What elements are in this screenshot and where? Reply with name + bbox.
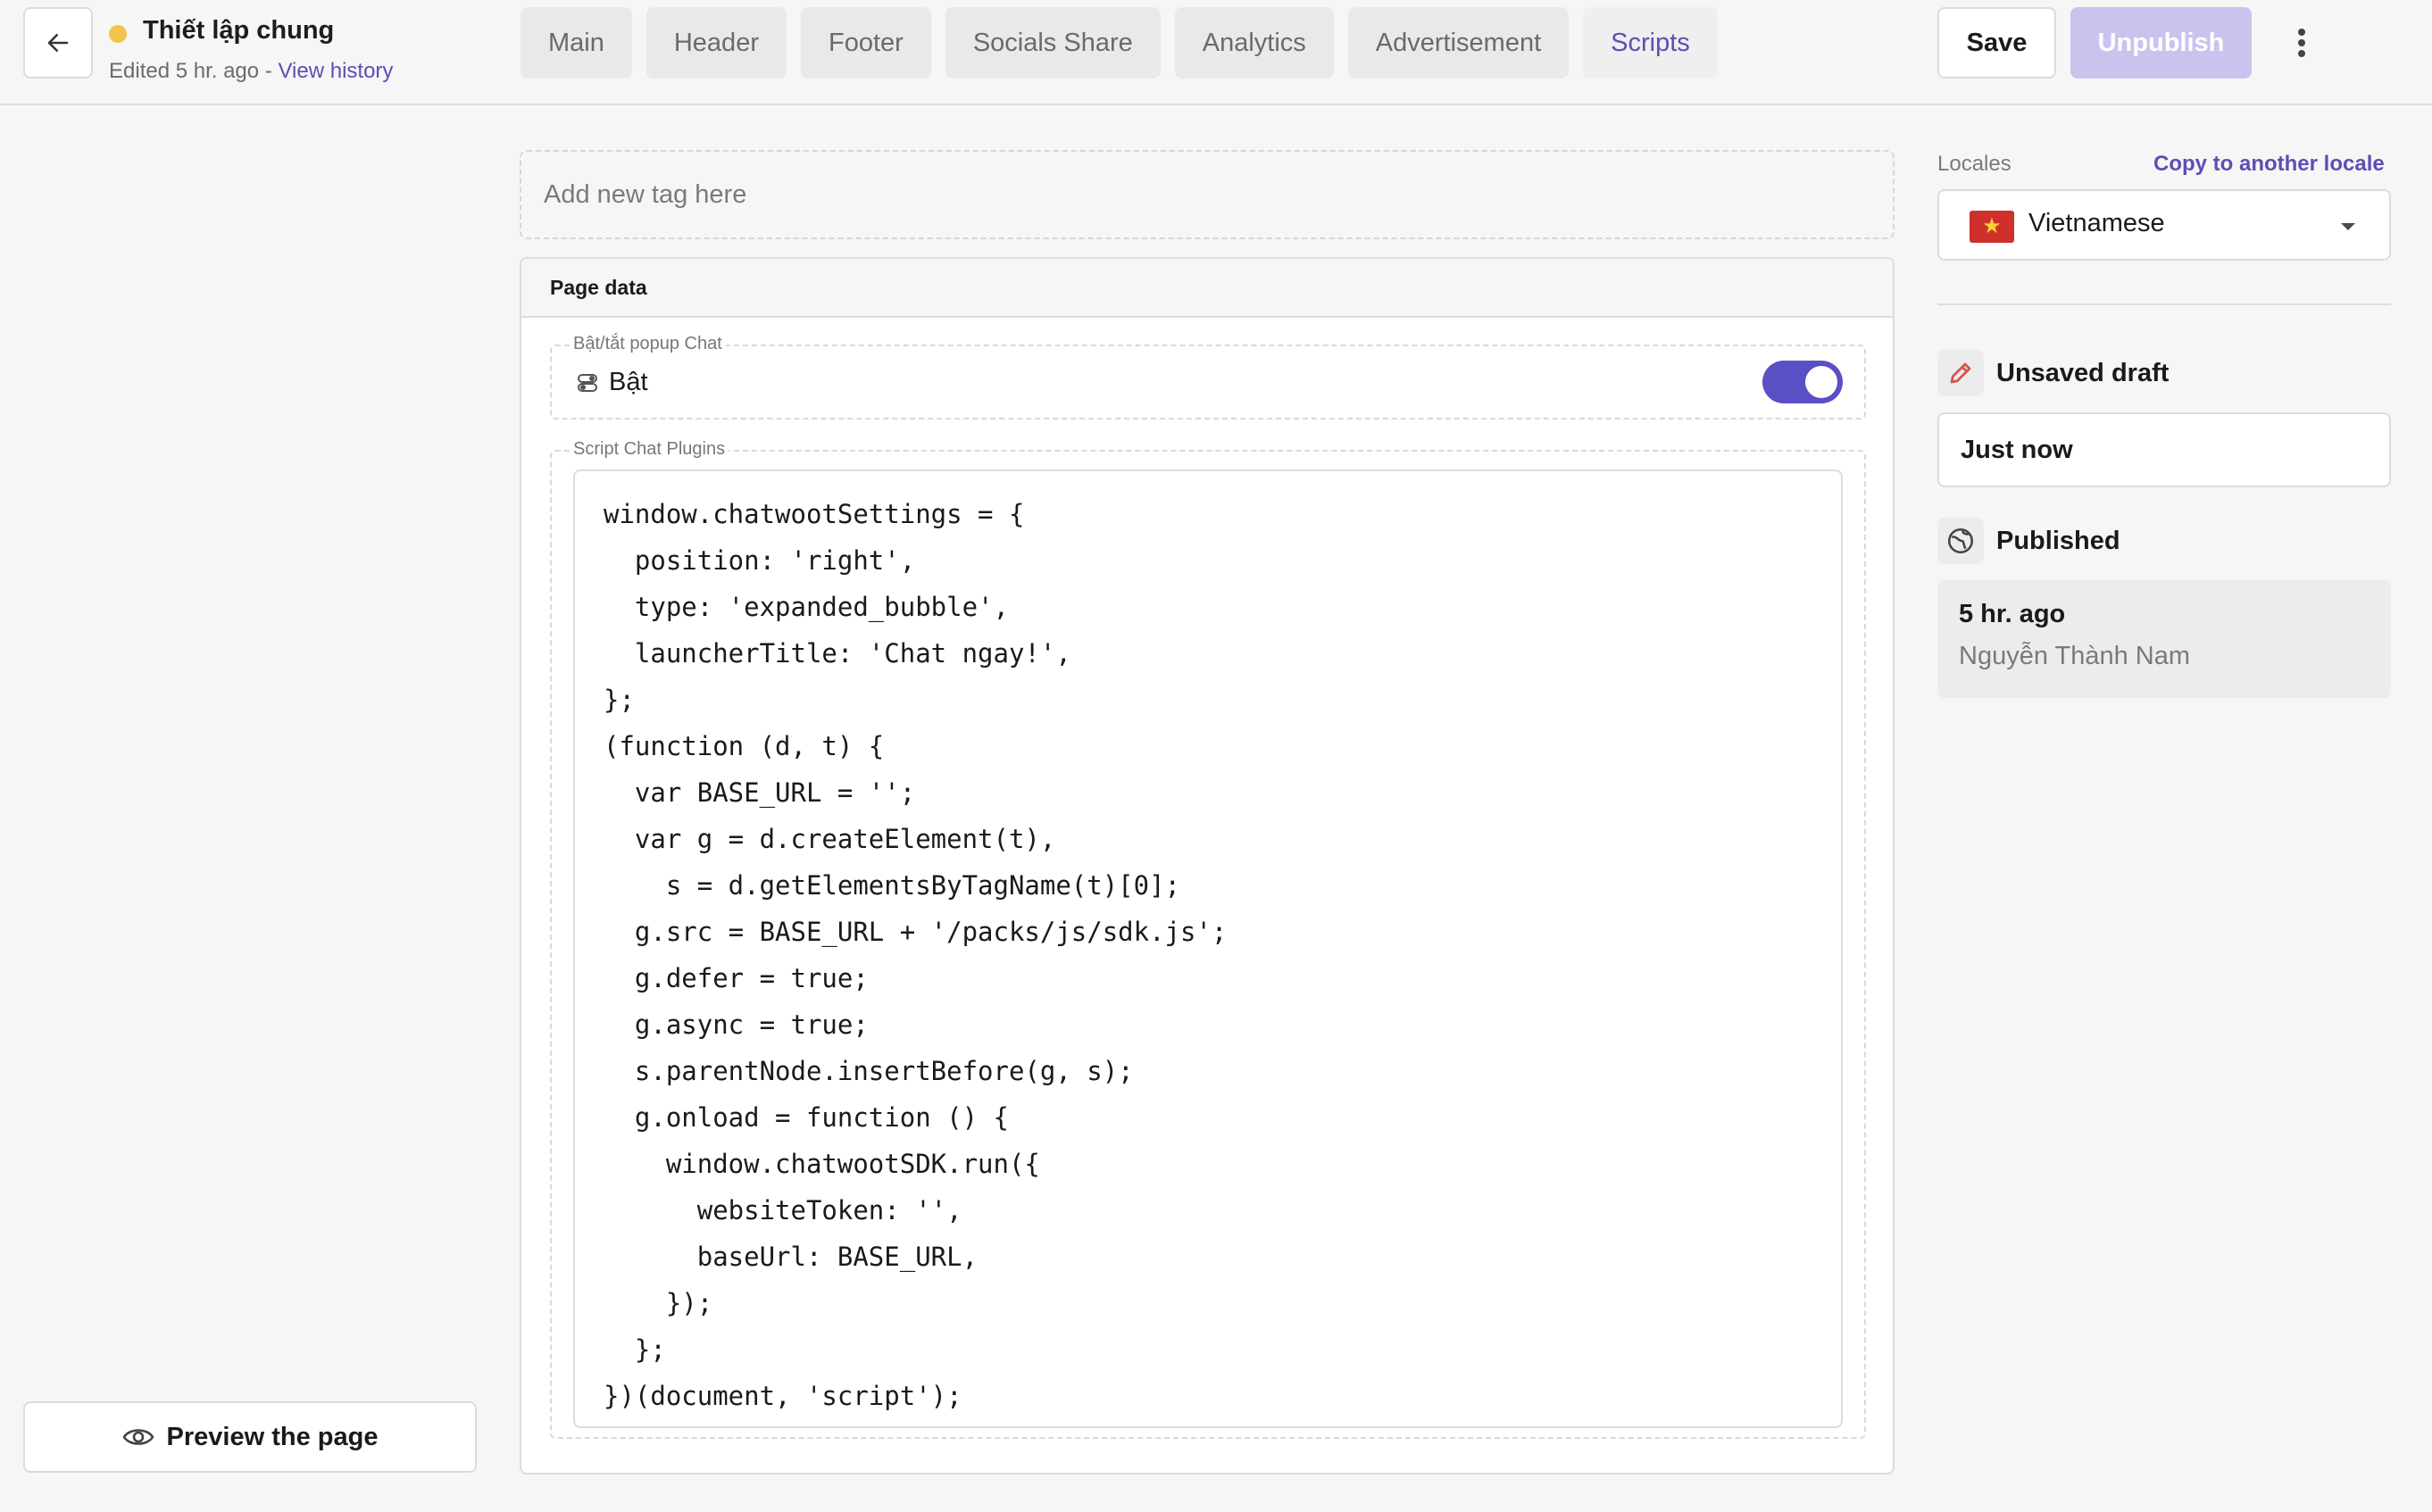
published-heading: Published [1937,518,2120,564]
switch-knob [1805,366,1837,398]
code-line: })(document, 'script'); [604,1381,962,1411]
code-line: g.onload = function () { [604,1102,1009,1133]
arrow-left-icon [47,34,69,52]
tab-scripts[interactable]: Scripts [1583,7,1718,79]
locale-select[interactable]: ★ Vietnamese [1937,189,2391,261]
code-line: position: 'right', [604,545,916,576]
view-history-link[interactable]: View history [278,59,393,83]
tab-main[interactable]: Main [521,7,632,79]
published-title: Published [1996,526,2120,555]
code-line: var g = d.createElement(t), [604,824,1056,854]
add-tag-input[interactable]: Add new tag here [520,150,1895,239]
code-line: }); [604,1288,713,1318]
more-vertical-icon [2298,29,2305,57]
toggle-label: Bật [577,368,648,397]
code-line: g.src = BASE_URL + '/packs/js/sdk.js'; [604,917,1228,947]
unpublish-button[interactable]: Unpublish [2070,7,2252,79]
pencil-icon [1937,350,1984,396]
unsaved-draft-title: Unsaved draft [1996,358,2170,387]
code-line: websiteToken: '', [604,1195,962,1225]
vietnam-flag-icon: ★ [1970,211,2014,243]
code-line: baseUrl: BASE_URL, [604,1242,979,1272]
tab-advertisement[interactable]: Advertisement [1347,7,1570,79]
unsaved-draft-heading: Unsaved draft [1937,350,2169,396]
script-chat-plugins-field: Script Chat Plugins window.chatwootSetti… [550,439,1866,1439]
edited-text: Edited 5 hr. ago - [109,59,279,83]
code-line: type: 'expanded_bubble', [604,592,1009,622]
chevron-down-icon [2341,223,2355,230]
page-title: Thiết lập chung [143,16,335,45]
published-by: Nguyễn Thành Nam [1959,642,2191,670]
chat-popup-toggle-field: Bật/tắt popup Chat Bật [550,334,1866,420]
tab-analytics[interactable]: Analytics [1174,7,1334,79]
chat-popup-switch[interactable] [1762,361,1843,403]
save-button[interactable]: Save [1937,7,2056,79]
more-options-button[interactable] [2282,7,2321,79]
script-field-legend: Script Chat Plugins [570,439,729,460]
code-line: launcherTitle: 'Chat ngay!', [604,638,1071,669]
tab-socials-share[interactable]: Socials Share [945,7,1161,79]
eye-icon [122,1429,154,1445]
copy-to-another-locale-link[interactable]: Copy to another locale [2153,152,2385,177]
published-time: 5 hr. ago [1959,600,2066,628]
tab-footer[interactable]: Footer [800,7,931,79]
locales-label: Locales [1937,152,2011,176]
draft-time: Just now [1961,436,2073,464]
preview-page-button[interactable]: Preview the page [23,1401,477,1473]
toggle-value-label: Bật [609,368,648,396]
selected-locale: Vietnamese [2028,209,2165,237]
draft-time-box: Just now [1937,412,2391,487]
page-data-panel: Page data Bật/tắt popup Chat Bật Script … [520,257,1895,1475]
code-line: }; [604,1334,666,1365]
code-line: window.chatwootSettings = { [604,499,1025,529]
status-dot [109,25,127,43]
page-data-title: Page data [521,259,1893,318]
published-info-box: 5 hr. ago Nguyễn Thành Nam [1937,580,2391,698]
sidebar-divider [1937,303,2391,305]
back-button[interactable] [23,7,93,79]
code-line: window.chatwootSDK.run({ [604,1149,1040,1179]
code-line: var BASE_URL = ''; [604,777,916,808]
code-line: s.parentNode.insertBefore(g, s); [604,1056,1134,1086]
code-line: (function (d, t) { [604,731,885,761]
globe-icon [1937,518,1984,564]
code-line: g.defer = true; [604,963,869,993]
toggle-icon [578,373,597,392]
toggle-field-legend: Bật/tắt popup Chat [570,334,726,354]
code-line: s = d.getElementsByTagName(t)[0]; [604,870,1181,901]
tab-header[interactable]: Header [645,7,787,79]
script-code-editor[interactable]: window.chatwootSettings = { position: 'r… [573,469,1843,1428]
code-line: g.async = true; [604,1009,869,1040]
code-line: }; [604,685,635,715]
edited-info: Edited 5 hr. ago - View history [109,59,393,84]
preview-page-label: Preview the page [166,1422,379,1451]
tab-bar: Main Header Footer Socials Share Analyti… [521,7,1718,79]
top-bar: Thiết lập chung Edited 5 hr. ago - View … [0,0,2432,105]
